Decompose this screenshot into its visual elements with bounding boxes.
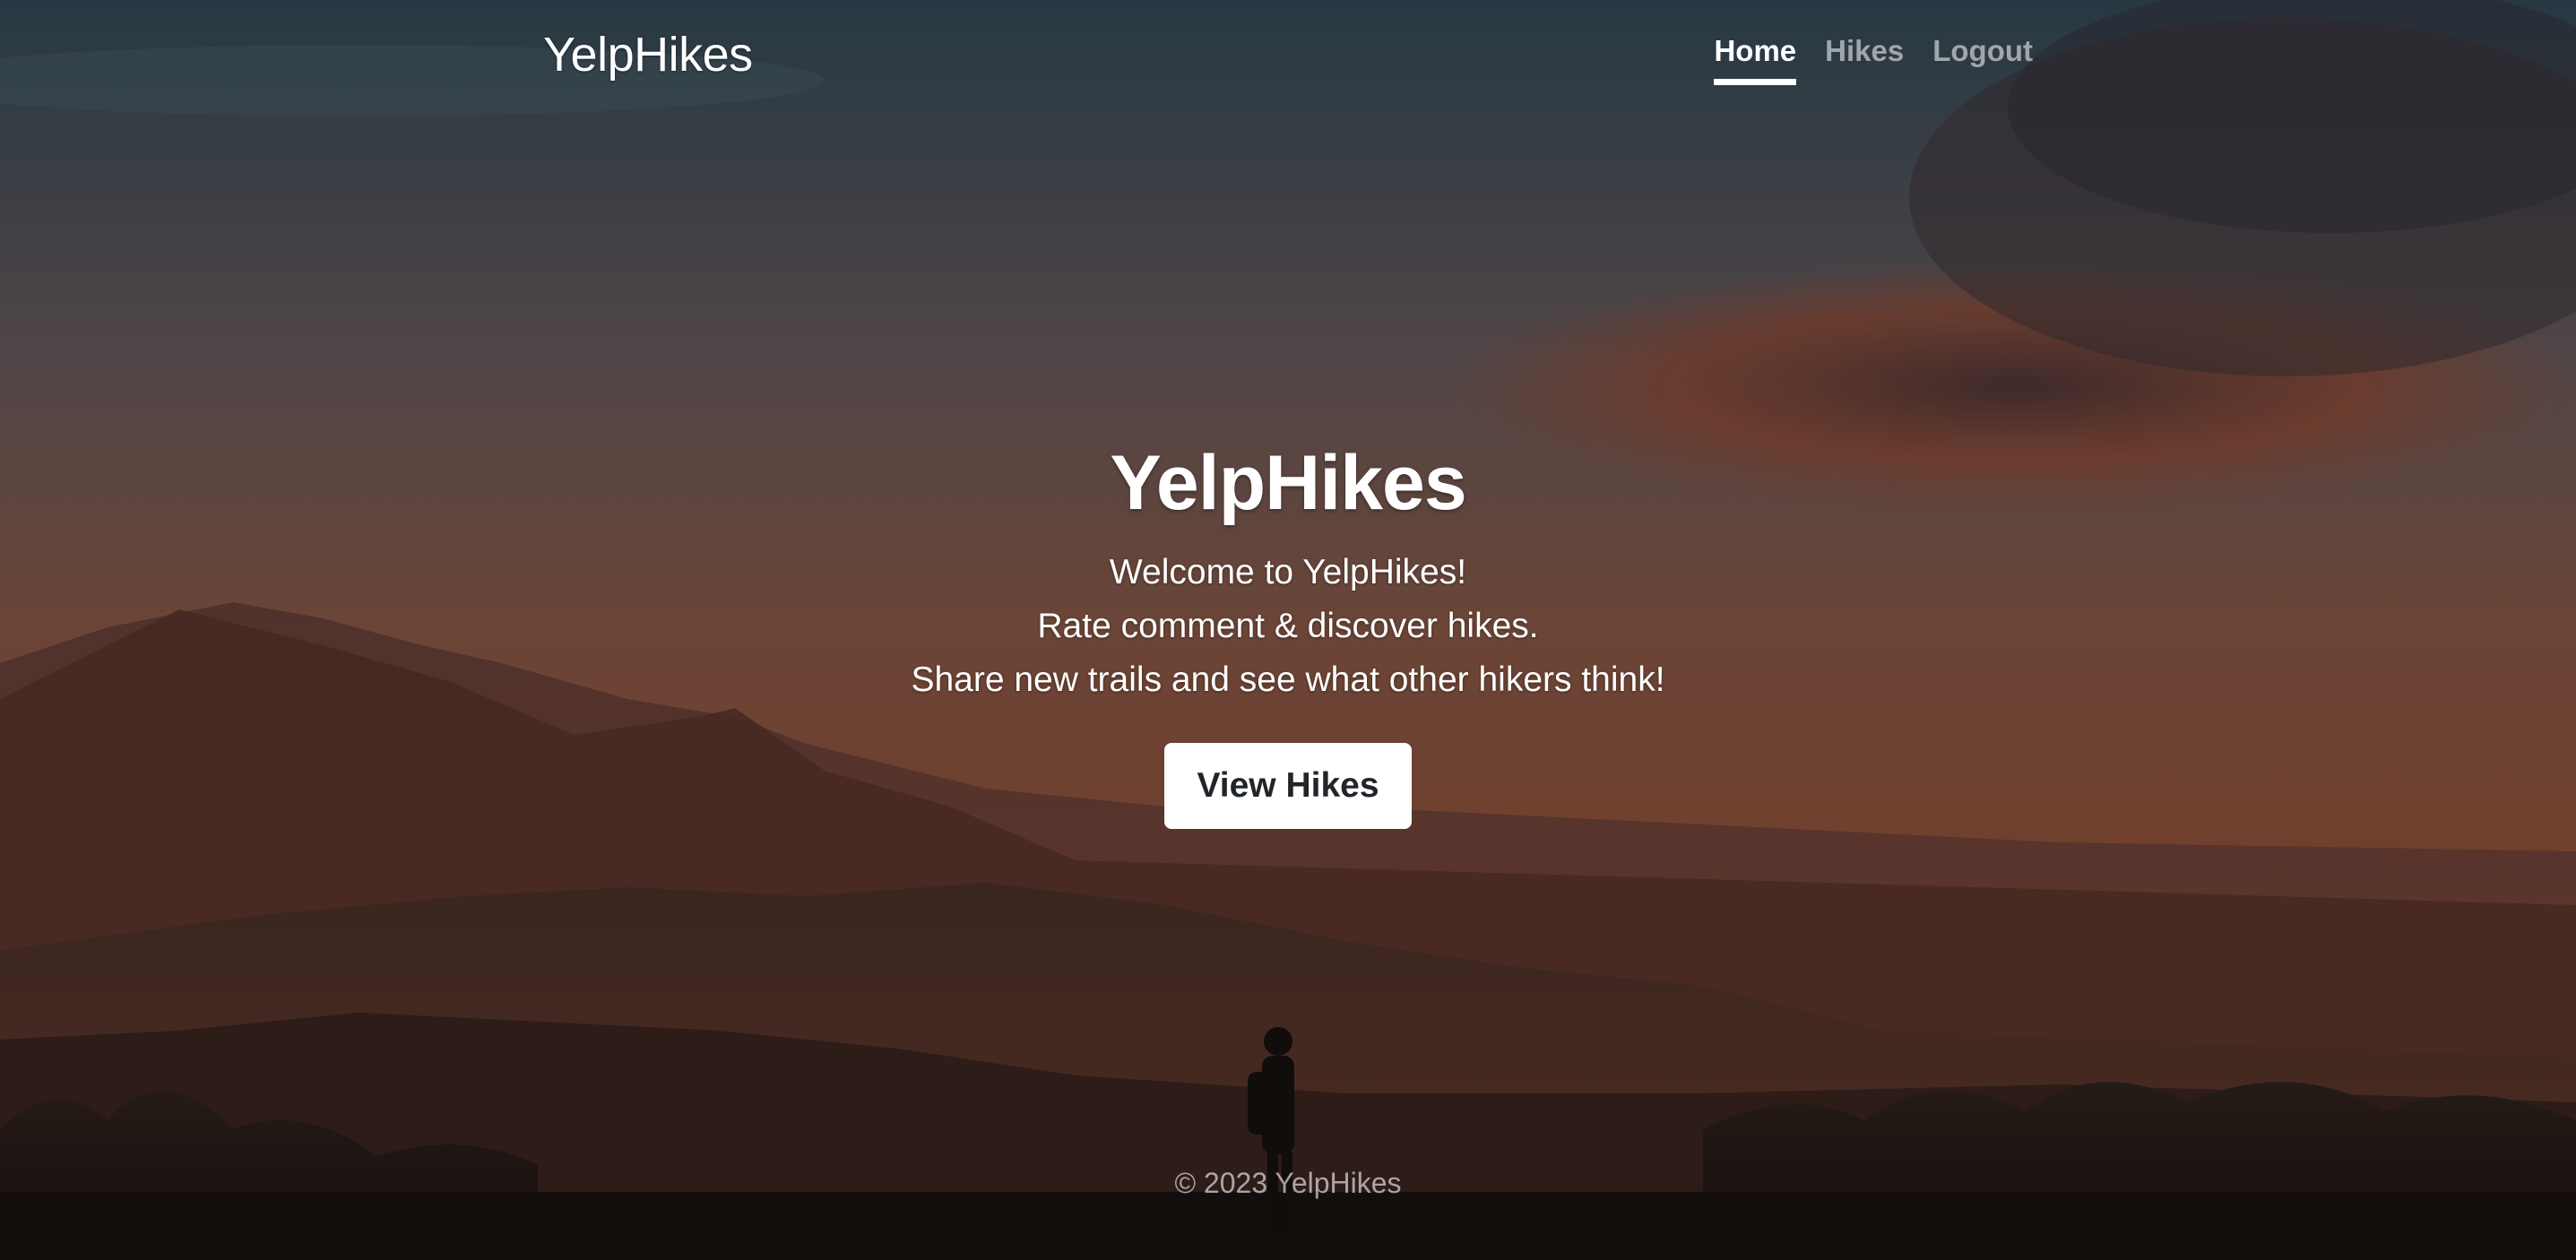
nav-home-link[interactable]: Home xyxy=(1714,34,1797,85)
nav-hikes-link[interactable]: Hikes xyxy=(1825,34,1904,85)
footer-copyright: © 2023 YelpHikes xyxy=(1174,1167,1402,1199)
hero-welcome-text: Welcome to YelpHikes! xyxy=(1109,553,1467,591)
main-nav: Home Hikes Logout xyxy=(1714,34,2033,85)
hero-section: YelpHikes Welcome to YelpHikes! Rate com… xyxy=(0,439,2576,829)
site-footer: © 2023 YelpHikes xyxy=(0,1167,2576,1200)
nav-logout-link[interactable]: Logout xyxy=(1932,34,2033,85)
brand-logo[interactable]: YelpHikes xyxy=(543,27,753,82)
view-hikes-button[interactable]: View Hikes xyxy=(1164,743,1412,829)
hero-tagline-text: Rate comment & discover hikes. xyxy=(1037,607,1539,645)
site-header: YelpHikes Home Hikes Logout xyxy=(0,0,2576,108)
hero-title: YelpHikes xyxy=(1110,440,1466,526)
hero-description-text: Share new trails and see what other hike… xyxy=(911,660,1665,699)
